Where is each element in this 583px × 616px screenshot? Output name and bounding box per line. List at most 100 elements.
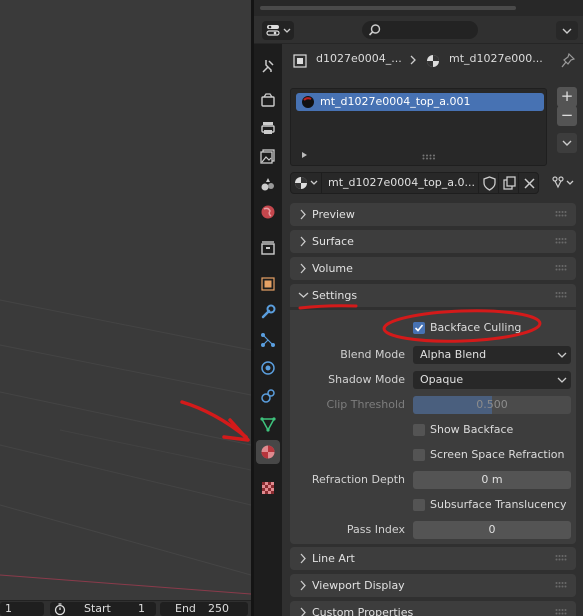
unlink-material-button[interactable] [518, 172, 539, 194]
chevron-right-icon [300, 236, 306, 247]
start-value: 1 [138, 602, 145, 615]
panel-line-art[interactable]: Line Art [290, 547, 576, 570]
checkmark-icon [414, 324, 424, 332]
tab-particles[interactable] [256, 328, 280, 352]
clip-threshold-label: Clip Threshold [326, 398, 405, 411]
drag-grip-icon[interactable] [555, 211, 567, 217]
drag-grip-icon[interactable] [555, 582, 567, 588]
end-frame-field[interactable]: End 250 [160, 602, 248, 616]
pass-index-label: Pass Index [346, 523, 405, 536]
tab-material[interactable] [256, 440, 280, 464]
blend-mode-value: Alpha Blend [420, 348, 487, 361]
node-tree-icon [552, 176, 574, 189]
refraction-depth-field[interactable]: 0 m [413, 471, 571, 489]
blend-mode-label: Blend Mode [340, 348, 405, 361]
search-input[interactable] [362, 21, 478, 39]
tab-world[interactable] [256, 200, 280, 224]
close-icon [524, 178, 535, 189]
add-slot-button[interactable]: + [557, 87, 577, 107]
panel-settings[interactable]: Settings [290, 284, 576, 307]
header-options-button[interactable] [556, 21, 578, 40]
checkbox-label: Screen Space Refraction [430, 448, 565, 461]
chevron-down-icon [562, 28, 572, 34]
chevron-right-icon [300, 580, 306, 591]
drag-grip-icon[interactable] [555, 292, 567, 298]
pass-index-value: 0 [488, 523, 496, 536]
pass-index-field[interactable]: 0 [413, 521, 571, 539]
expand-triangle-icon[interactable] [299, 150, 309, 160]
panel-title: Viewport Display [312, 579, 405, 592]
checkbox-box[interactable] [413, 499, 425, 511]
mesh-data-icon [260, 417, 276, 432]
tab-render[interactable] [256, 88, 280, 112]
slot-specials-button[interactable] [557, 133, 577, 153]
node-menu-button[interactable] [548, 173, 578, 193]
chevron-down-icon [557, 352, 567, 358]
material-selector: mt_d1027e0004_top_a.0... [290, 172, 558, 194]
collection-icon [261, 241, 275, 255]
duplicate-material-button[interactable] [498, 172, 519, 194]
editor-type-button[interactable] [262, 21, 294, 40]
panel-volume[interactable]: Volume [290, 257, 576, 280]
tab-texture[interactable] [256, 476, 280, 500]
properties-tab-bar [254, 44, 282, 616]
panel-custom-properties[interactable]: Custom Properties [290, 601, 576, 616]
tab-view-layer[interactable] [256, 144, 280, 168]
refraction-depth-label: Refraction Depth [311, 473, 405, 486]
material-icon [427, 55, 439, 67]
fake-user-button[interactable] [478, 172, 499, 194]
tab-scene[interactable] [256, 172, 280, 196]
shadow-mode-dropdown[interactable]: Opaque [413, 371, 571, 389]
chevron-right-icon [300, 263, 306, 274]
panel-title: Settings [312, 289, 358, 302]
checkbox-box[interactable] [413, 449, 425, 461]
blend-mode-dropdown[interactable]: Alpha Blend [413, 346, 571, 364]
current-frame-value: 1 [5, 602, 12, 615]
material-name-field[interactable]: mt_d1027e0004_top_a.0... [321, 172, 479, 194]
tab-output[interactable] [256, 116, 280, 140]
clip-threshold-value: 0.500 [476, 398, 508, 411]
tab-tool[interactable] [256, 54, 280, 78]
chevron-right-icon [300, 209, 306, 220]
breadcrumb-object: d1027e0004_... [316, 52, 402, 65]
properties-editor: d1027e0004_... mt_d1027e000... mt_d1027e… [254, 0, 583, 616]
printer-icon [261, 122, 275, 134]
drag-grip-icon[interactable] [555, 265, 567, 271]
current-frame-field[interactable]: 1 [0, 602, 44, 616]
material-browse-icon [295, 177, 318, 189]
checkbox-box[interactable] [413, 424, 425, 436]
tab-modifiers[interactable] [256, 300, 280, 324]
world-icon [261, 205, 275, 219]
material-slot-item[interactable]: mt_d1027e0004_top_a.001 [296, 93, 544, 111]
tab-constraints[interactable] [256, 384, 280, 408]
panel-preview[interactable]: Preview [290, 203, 576, 226]
material-name: mt_d1027e0004_top_a.0... [328, 176, 476, 189]
drag-grip-icon[interactable] [555, 555, 567, 561]
3d-viewport[interactable] [0, 0, 251, 600]
panel-title: Line Art [312, 552, 355, 565]
drag-grip-icon[interactable] [555, 238, 567, 244]
pin-icon[interactable] [561, 53, 575, 69]
checkbox-label: Subsurface Translucency [430, 498, 567, 511]
tab-collection[interactable] [256, 236, 280, 260]
start-frame-field[interactable]: Start 1 [50, 602, 156, 616]
panel-title: Surface [312, 235, 354, 248]
timeline-bar: 1 Start 1 End 250 [0, 600, 251, 616]
browse-material-button[interactable] [290, 172, 322, 194]
viewport-grid [0, 299, 251, 595]
resize-grip-icon[interactable] [422, 154, 436, 160]
horizontal-scrollbar[interactable] [260, 6, 516, 10]
tab-data[interactable] [256, 412, 280, 436]
remove-slot-button[interactable]: − [557, 106, 577, 126]
search-icon [368, 24, 381, 36]
material-slot-list[interactable]: mt_d1027e0004_top_a.001 [290, 88, 547, 166]
tab-object[interactable] [256, 272, 280, 296]
clip-threshold-slider[interactable]: 0.500 [413, 396, 571, 414]
object-icon [261, 277, 275, 291]
shield-icon [483, 176, 496, 191]
panel-viewport-display[interactable]: Viewport Display [290, 574, 576, 597]
checkbox-box[interactable] [413, 322, 425, 334]
drag-grip-icon[interactable] [555, 609, 567, 615]
tab-physics[interactable] [256, 356, 280, 380]
panel-surface[interactable]: Surface [290, 230, 576, 253]
